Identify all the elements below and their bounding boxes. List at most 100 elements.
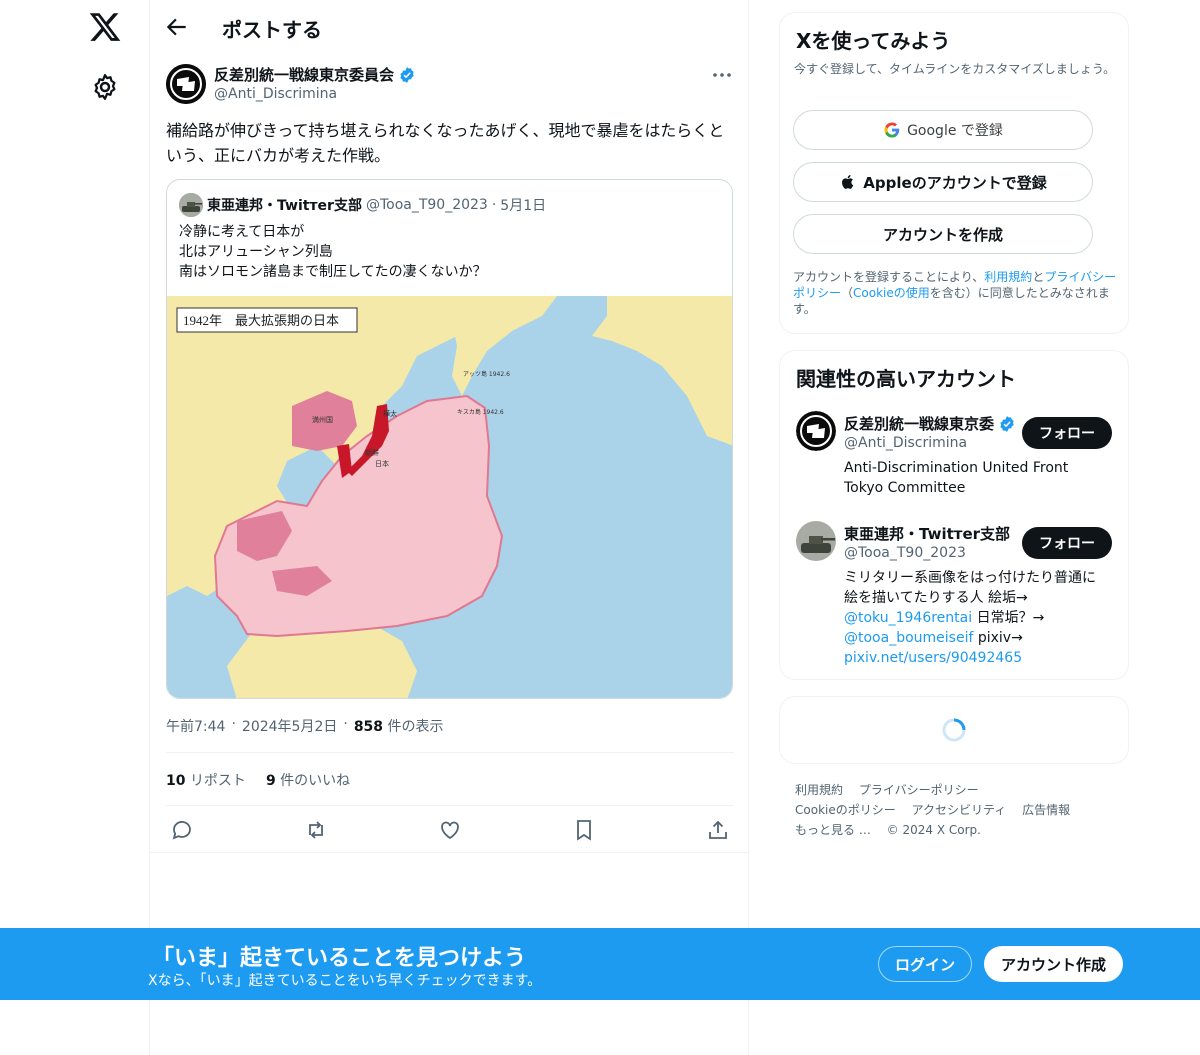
share-icon[interactable] <box>706 818 730 842</box>
create-account-label: アカウントを作成 <box>882 225 1003 244</box>
map-place-label: キスカ島 1942.6 <box>457 408 504 416</box>
footer-link[interactable]: もっと見る … <box>795 823 871 837</box>
quoted-tweet[interactable]: 東亜連邦・Twitтеr支部 @Tooa_T90_2023 · 5月1日 冷静に… <box>166 179 733 699</box>
signup-banner: 「いま」起きていることを見つけよう Xなら、「いま」起きていることをいち早くチェ… <box>0 928 1200 1000</box>
footer-link[interactable]: アクセシビリティ <box>912 803 1007 817</box>
settings-gear-icon[interactable] <box>90 72 120 102</box>
quote-author-name: 東亜連邦・Twitтеr支部 <box>207 198 362 214</box>
google-g-icon <box>884 122 900 138</box>
footer-links: 利用規約 プライバシーポリシー Cookieのポリシー アクセシビリティ 広告情… <box>795 780 1115 840</box>
x-logo-icon[interactable] <box>88 10 122 44</box>
map-image[interactable]: 1942年 最大拡張期の日本 満州国 朝鮮 日本 樺太 アッツ島 1942.6 … <box>167 296 733 699</box>
tweet-meta: 午前7:44 · 2024年5月2日 · 858 件の表示 <box>166 716 444 736</box>
map-place-label: 朝鮮 <box>365 448 379 457</box>
related-name-text: 反差別統一戦線東京委 <box>844 415 995 433</box>
related-accounts-panel: 関連性の高いアカウント 反差別統一戦線東京委 @Anti_Discrimina … <box>779 350 1129 680</box>
map-title-label: 1942年 最大拡張期の日本 <box>183 313 339 328</box>
apple-signup-button[interactable]: Appleのアカウントで登録 <box>793 162 1093 202</box>
verified-badge-icon <box>400 66 414 83</box>
divider <box>150 852 748 853</box>
quote-line: 北はアリューシャン列島 <box>179 244 333 260</box>
bio-link[interactable]: pixiv.net/users/90492465 <box>844 650 1022 666</box>
reposts-label: リポスト <box>189 773 246 789</box>
signup-title: Xを使ってみよう <box>796 29 951 53</box>
tweet-text: 補給路が伸びきって持ち堪えられなくなったあげく、現地で暴虐をはたらくという、正に… <box>166 121 725 165</box>
loading-panel <box>779 696 1129 764</box>
signup-legal-text: アカウントを登録することにより、利用規約とプライバシーポリシー（Cookieの使… <box>793 269 1120 317</box>
follow-button[interactable]: フォロー <box>1022 417 1112 449</box>
terms-link[interactable]: 利用規約 <box>984 270 1032 284</box>
tweet-time[interactable]: 午前7:44 <box>166 716 225 736</box>
meta-separator: · <box>231 716 236 732</box>
signup-subtitle: 今すぐ登録して、タイムラインをカスタマイズしましょう。 <box>794 62 1116 76</box>
quote-separator: · <box>491 197 497 213</box>
loading-spinner-icon <box>942 718 966 742</box>
legal-text: アカウントを登録することにより、 <box>793 270 985 284</box>
divider <box>166 752 734 753</box>
tank-avatar-icon <box>796 521 836 561</box>
antifa-flag-icon <box>796 411 836 451</box>
reposts-stat[interactable]: 10 リポスト <box>166 770 246 790</box>
related-avatar[interactable] <box>796 521 836 561</box>
apple-logo-icon <box>842 174 854 189</box>
quote-date: 5月1日 <box>500 198 547 214</box>
verified-badge-icon <box>1000 415 1014 432</box>
bio-link[interactable]: @toku_1946rentai <box>844 610 972 626</box>
related-bio: Anti-Discrimination United Front Tokyo C… <box>844 460 1069 496</box>
tweet-date[interactable]: 2024年5月2日 <box>242 716 337 736</box>
footer-link[interactable]: 広告情報 <box>1022 803 1070 817</box>
tank-avatar-icon <box>179 193 203 217</box>
follow-button[interactable]: フォロー <box>1022 527 1112 559</box>
bio-text: ミリタリー系画像をはっ付けたり普通に絵を描いてたりする人 絵垢→ <box>844 570 1096 606</box>
author-handle[interactable]: @Anti_Discrimina <box>214 86 337 102</box>
cookie-link[interactable]: Cookieの使用 <box>853 286 930 300</box>
author-name[interactable]: 反差別統一戦線東京委員会 <box>214 64 416 85</box>
banner-title: 「いま」起きていることを見つけよう <box>152 946 527 971</box>
create-account-banner-button[interactable]: アカウント作成 <box>984 946 1123 982</box>
footer-link[interactable]: プライバシーポリシー <box>859 783 979 797</box>
likes-stat[interactable]: 9 件のいいね <box>266 770 350 790</box>
related-name: 東亜連邦・Twitтеr支部 <box>844 523 1014 544</box>
related-title: 関連性の高いアカウント <box>796 367 1016 391</box>
related-name-text: 東亜連邦・Twitтеr支部 <box>844 525 1011 543</box>
map-place-label: 日本 <box>375 459 389 468</box>
bio-link[interactable]: @tooa_boumeiseif <box>844 630 973 646</box>
related-name: 反差別統一戦線東京委 <box>844 413 1014 434</box>
footer-link[interactable]: 利用規約 <box>795 783 843 797</box>
quote-line: 冷静に考えて日本が <box>179 224 305 240</box>
author-name-text: 反差別統一戦線東京委員会 <box>214 66 395 84</box>
signup-panel: Xを使ってみよう 今すぐ登録して、タイムラインをカスタマイズしましょう。 Goo… <box>779 12 1129 334</box>
tweet-stats: 10 リポスト 9 件のいいね <box>166 770 350 790</box>
more-options-icon[interactable] <box>710 66 734 84</box>
login-button[interactable]: ログイン <box>878 946 972 982</box>
copyright: © 2024 X Corp. <box>886 823 981 837</box>
related-bio: ミリタリー系画像をはっ付けたり普通に絵を描いてたりする人 絵垢→ @toku_19… <box>844 568 1109 668</box>
related-avatar[interactable] <box>796 411 836 451</box>
like-heart-icon[interactable] <box>438 818 462 842</box>
quote-author-handle: @Tooa_T90_2023 <box>365 197 488 213</box>
reposts-count: 10 <box>166 773 186 789</box>
legal-text: と <box>1032 270 1045 284</box>
map-place-label: 樺太 <box>383 409 397 418</box>
related-handle: @Tooa_T90_2023 <box>844 545 966 561</box>
related-account-item[interactable]: 東亜連邦・Twitтеr支部 @Tooa_T90_2023 フォロー ミリタリー… <box>796 521 1116 671</box>
banner-subtitle: Xなら、「いま」起きていることをいち早くチェックできます。 <box>148 973 542 989</box>
back-arrow-icon[interactable] <box>164 14 190 40</box>
footer-link[interactable]: Cookieのポリシー <box>795 803 896 817</box>
divider <box>166 805 734 806</box>
related-account-item[interactable]: 反差別統一戦線東京委 @Anti_Discrimina フォロー Anti-Di… <box>796 411 1116 511</box>
google-signup-button[interactable]: Google で登録 <box>793 110 1093 150</box>
quote-avatar <box>179 193 203 217</box>
apple-signup-label: Appleのアカウントで登録 <box>863 173 1047 192</box>
left-rail <box>0 0 150 1055</box>
bookmark-icon[interactable] <box>572 818 596 842</box>
bio-text: pixiv→ <box>973 630 1023 646</box>
quote-header: 東亜連邦・Twitтеr支部 @Tooa_T90_2023 · 5月1日 <box>207 195 546 215</box>
related-handle: @Anti_Discrimina <box>844 435 968 451</box>
likes-label: 件のいいね <box>280 773 351 789</box>
create-account-button[interactable]: アカウントを作成 <box>793 214 1093 254</box>
reply-icon[interactable] <box>170 818 194 842</box>
repost-icon[interactable] <box>304 818 328 842</box>
author-avatar[interactable] <box>166 64 206 104</box>
likes-count: 9 <box>265 773 276 789</box>
